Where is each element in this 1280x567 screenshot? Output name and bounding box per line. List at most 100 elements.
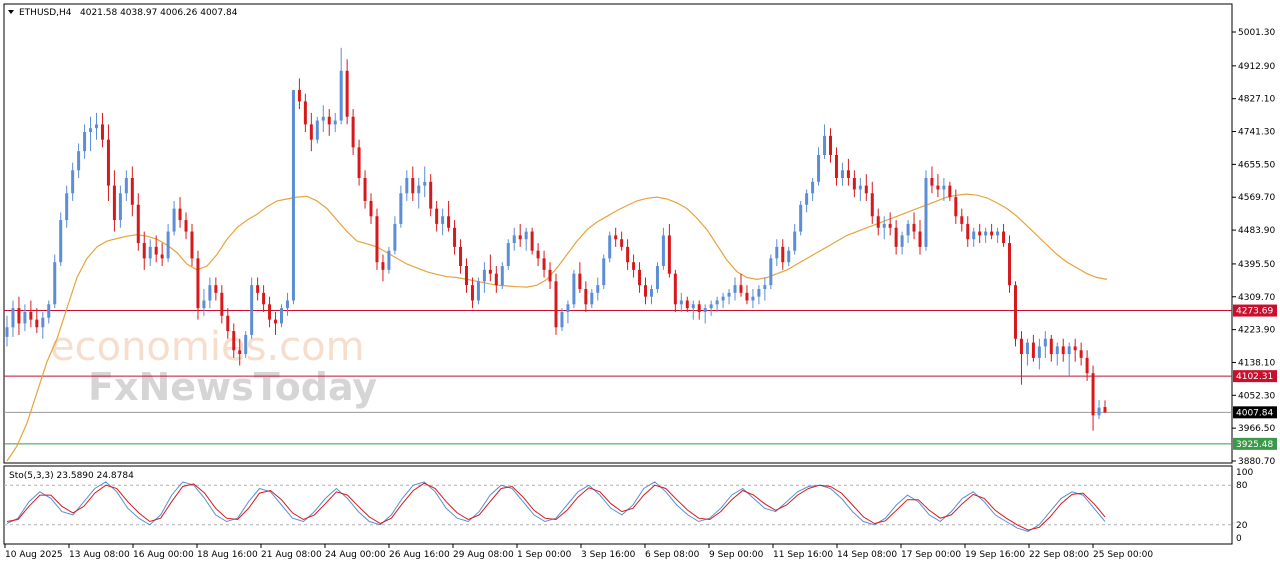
price-tick-label: 4741.30 (1238, 128, 1275, 138)
price-tag-label: 4273.69 (1236, 307, 1273, 317)
candle-body (315, 120, 319, 140)
candle-body (1103, 407, 1107, 413)
candle-body (274, 319, 278, 324)
candle-body (1037, 346, 1041, 358)
time-tick-label: 3 Sep 16:00 (581, 550, 636, 560)
candle (530, 227, 534, 255)
candle-body (351, 116, 355, 148)
candle-body (882, 223, 886, 228)
candle-body (369, 200, 373, 217)
candle-body (685, 300, 689, 309)
candle-body (608, 235, 612, 259)
candle-body (602, 258, 606, 286)
candle-body (560, 311, 564, 328)
candle-body (846, 170, 850, 178)
time-tick-label: 18 Aug 16:00 (197, 550, 258, 560)
candle-body (834, 155, 838, 178)
candle-body (1025, 342, 1029, 355)
candle-body (280, 308, 283, 324)
candle-body (787, 250, 791, 263)
symbol-label: ETHUSD,H4 (19, 8, 72, 18)
candle-body (691, 304, 695, 309)
candle-body (1097, 407, 1101, 416)
candle-body (667, 235, 671, 274)
candle-body (918, 231, 922, 247)
time-tick-label: 17 Sep 00:00 (901, 550, 961, 560)
candle-body (709, 304, 713, 309)
candle (500, 262, 504, 289)
candle-body (238, 350, 242, 355)
stochastic-tick-label: 0 (1236, 534, 1242, 544)
candle-body (948, 185, 952, 198)
candle-body (142, 243, 146, 259)
candle-body (566, 304, 570, 312)
stochastic-tick-label: 20 (1236, 521, 1248, 531)
candle-body (17, 308, 21, 324)
candle-body (703, 308, 707, 312)
candle-body (661, 235, 665, 267)
candle-body (894, 227, 898, 247)
candle-body (781, 246, 785, 263)
candle-body (1061, 346, 1065, 355)
candle-body (1031, 342, 1035, 358)
candle-body (321, 116, 325, 121)
price-tag-label: 4102.31 (1236, 372, 1273, 382)
candle-body (5, 327, 9, 337)
candle (1013, 281, 1017, 347)
candle-body (441, 216, 445, 224)
watermark-line1: economies.com (50, 324, 365, 370)
candle-body (996, 231, 1000, 236)
price-tick-label: 4309.70 (1238, 293, 1275, 303)
candle-body (1079, 350, 1083, 358)
candle-body (166, 231, 170, 259)
candle-body (715, 300, 719, 305)
candle-body (488, 269, 492, 274)
candle-body (95, 124, 99, 129)
candle-body (160, 254, 164, 259)
candle-body (381, 262, 385, 270)
candle-body (757, 288, 761, 297)
candle (59, 212, 63, 267)
candle-body (751, 296, 755, 301)
candle-body (954, 197, 958, 217)
candle (769, 254, 773, 289)
candle-body (829, 135, 832, 156)
candle-body (35, 319, 39, 328)
candle-body (632, 262, 636, 270)
candle-body (23, 311, 27, 324)
candle-body (435, 208, 439, 224)
candle (506, 239, 510, 270)
watermark-line2: FxNewsToday (88, 365, 377, 409)
candle-body (184, 220, 188, 232)
candle-body (172, 208, 176, 232)
time-tick-label: 10 Aug 2025 (5, 550, 63, 560)
candle-body (1049, 338, 1053, 355)
time-tick-label: 16 Aug 00:00 (133, 550, 194, 560)
candle-body (220, 292, 224, 316)
candle-body (387, 250, 391, 270)
candle (315, 116, 319, 144)
candle-body (775, 246, 779, 259)
candle-body (906, 223, 910, 236)
time-tick-label: 14 Sep 08:00 (837, 550, 897, 560)
candle-body (47, 304, 51, 318)
price-tick-label: 4827.10 (1238, 95, 1275, 105)
candle-body (399, 193, 403, 224)
candle-body (548, 269, 552, 282)
candle (572, 269, 576, 309)
candle-body (530, 231, 534, 251)
price-tick-label: 4655.50 (1238, 160, 1275, 170)
candle-body (106, 139, 110, 186)
candle-body (214, 285, 218, 293)
price-tick-label: 4138.10 (1238, 358, 1275, 368)
price-tag-label: 3925.48 (1236, 440, 1273, 450)
candle-body (118, 193, 122, 221)
candle-body (936, 185, 940, 190)
candle-body (1073, 346, 1077, 351)
candle-body (190, 231, 194, 259)
candle-body (590, 292, 594, 305)
candle-body (506, 243, 510, 267)
candle-body (65, 193, 69, 221)
time-tick-label: 21 Aug 08:00 (261, 550, 322, 560)
candle-body (805, 193, 809, 205)
